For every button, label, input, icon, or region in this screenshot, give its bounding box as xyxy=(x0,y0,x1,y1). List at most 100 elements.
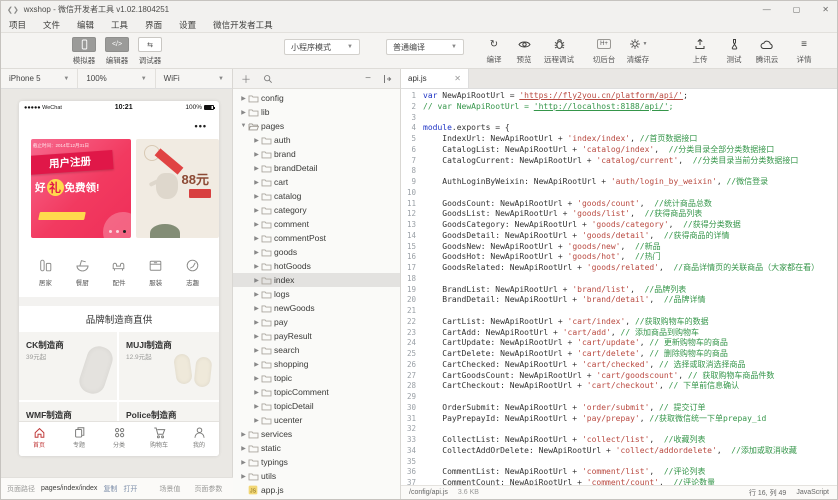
tree-item-shopping[interactable]: ▶shopping xyxy=(233,357,400,371)
tree-item-brand[interactable]: ▶brand xyxy=(233,147,400,161)
code-icon: </> xyxy=(105,37,129,52)
tab-专题[interactable]: 专题 xyxy=(59,422,99,456)
tree-item-newGoods[interactable]: ▶newGoods xyxy=(233,301,400,315)
menu-item-文件[interactable]: 文件 xyxy=(43,19,60,31)
collapse-all-icon[interactable] xyxy=(383,74,392,84)
zoom-select[interactable]: 100%▼ xyxy=(78,69,155,88)
line-content: CollectList: NewApiRootUrl + 'collect/li… xyxy=(423,435,705,446)
tree-item-index[interactable]: ▶index xyxy=(233,273,400,287)
tree-item-search[interactable]: ▶search xyxy=(233,343,400,357)
plant-image xyxy=(150,224,180,238)
tree-item-goods[interactable]: ▶goods xyxy=(233,245,400,259)
toggle-debugger[interactable]: ⇆调试器 xyxy=(137,37,163,66)
tab-购物车[interactable]: 购物车 xyxy=(139,422,179,456)
tree-item-lib[interactable]: ▶lib xyxy=(233,105,400,119)
menu-item-界面[interactable]: 界面 xyxy=(145,19,162,31)
menu-item-编辑[interactable]: 编辑 xyxy=(77,19,94,31)
tree-item-ucenter[interactable]: ▶ucenter xyxy=(233,413,400,427)
minimize-panel-icon[interactable]: − xyxy=(365,73,371,84)
tree-item-label: utils xyxy=(261,471,276,481)
banner-register[interactable]: 截止时间：2014年12月31日 用户注册 好 礼 免费领! xyxy=(31,139,131,238)
folder-icon xyxy=(261,136,274,145)
buy-button[interactable] xyxy=(189,189,211,198)
action-remote-debug[interactable]: 远程调试 xyxy=(542,37,576,65)
tree-item-catalog[interactable]: ▶catalog xyxy=(233,189,400,203)
tree-item-pay[interactable]: ▶pay xyxy=(233,315,400,329)
tree-item-payResult[interactable]: ▶payResult xyxy=(233,329,400,343)
mode-dropdown[interactable]: 小程序模式▼ xyxy=(284,39,360,55)
device-select[interactable]: iPhone 5▼ xyxy=(1,69,78,88)
category-志趣[interactable]: 志趣 xyxy=(174,251,211,297)
action-preview[interactable]: 预览 xyxy=(507,37,541,65)
brand-card-WMF制造商[interactable]: WMF制造商 xyxy=(19,402,117,421)
tree-item-pages[interactable]: ▼pages xyxy=(233,119,400,133)
tab-我的[interactable]: 我的 xyxy=(179,422,219,456)
tab-首页[interactable]: 首页 xyxy=(19,422,59,456)
tree-item-topicDetail[interactable]: ▶topicDetail xyxy=(233,399,400,413)
brand-card-Police制造商[interactable]: Police制造商 xyxy=(119,402,219,421)
tree-item-typings[interactable]: ▶typings xyxy=(233,455,400,469)
tree-item-topic[interactable]: ▶topic xyxy=(233,371,400,385)
search-icon[interactable] xyxy=(263,74,273,84)
menu-item-设置[interactable]: 设置 xyxy=(179,19,196,31)
tree-item-category[interactable]: ▶category xyxy=(233,203,400,217)
folder-icon xyxy=(248,458,261,467)
network-select[interactable]: WiFi▼ xyxy=(156,69,232,88)
cat-sofa xyxy=(101,257,138,274)
menu-item-项目[interactable]: 项目 xyxy=(9,19,26,31)
action-upload[interactable]: 上传 xyxy=(683,37,717,65)
folder-icon xyxy=(261,346,274,355)
tree-item-label: category xyxy=(274,205,307,215)
copy-link[interactable]: 复制 xyxy=(103,484,117,494)
category-配件[interactable]: 配件 xyxy=(101,251,138,297)
tree-item-services[interactable]: ▶services xyxy=(233,427,400,441)
tree-item-label: cart xyxy=(274,177,288,187)
banner-carousel[interactable]: 截止时间：2014年12月31日 用户注册 好 礼 免费领! 88元 xyxy=(31,139,219,238)
add-file-icon[interactable]: ＋ xyxy=(241,71,251,86)
close-button[interactable]: ✕ xyxy=(822,5,829,14)
more-menu-icon[interactable]: ••• xyxy=(195,121,207,131)
category-餐厨[interactable]: 餐厨 xyxy=(64,251,101,297)
action-tencent-cloud[interactable]: 腾讯云 xyxy=(750,37,784,65)
tree-item-topicComment[interactable]: ▶topicComment xyxy=(233,385,400,399)
tree-item-utils[interactable]: ▶utils xyxy=(233,469,400,483)
page-params-label[interactable]: 页面参数 xyxy=(194,484,222,494)
tree-item-comment[interactable]: ▶comment xyxy=(233,217,400,231)
tree-item-logs[interactable]: ▶logs xyxy=(233,287,400,301)
tree-item-app.js[interactable]: JSapp.js xyxy=(233,483,400,497)
line-number: 29 xyxy=(401,392,423,403)
category-居家[interactable]: 居家 xyxy=(27,251,64,297)
tree-item-config[interactable]: ▶config xyxy=(233,91,400,105)
action-clear-cache[interactable]: ▼清缓存 xyxy=(621,37,655,65)
action-compile[interactable]: ↻编译 xyxy=(477,37,511,65)
minimize-button[interactable]: — xyxy=(763,5,771,14)
toggle-editor[interactable]: </>编辑器 xyxy=(104,37,130,66)
tree-item-commentPost[interactable]: ▶commentPost xyxy=(233,231,400,245)
brand-card-MUJI制造商[interactable]: MUJI制造商12.9元起 xyxy=(119,332,219,400)
banner-sale[interactable]: 88元 xyxy=(136,139,219,238)
tree-item-brandDetail[interactable]: ▶brandDetail xyxy=(233,161,400,175)
tree-item-cart[interactable]: ▶cart xyxy=(233,175,400,189)
action-test[interactable]: 测试 xyxy=(717,37,751,65)
brand-card-CK制造商[interactable]: CK制造商39元起 xyxy=(19,332,117,400)
category-服装[interactable]: 服装 xyxy=(137,251,174,297)
tab-api-js[interactable]: api.js ✕ xyxy=(401,69,469,88)
menu-item-工具[interactable]: 工具 xyxy=(111,19,128,31)
tree-item-auth[interactable]: ▶auth xyxy=(233,133,400,147)
menu-item-微信开发者工具[interactable]: 微信开发者工具 xyxy=(213,19,273,31)
toggle-simulator[interactable]: 模拟器 xyxy=(71,37,97,66)
tab-分类[interactable]: 分类 xyxy=(99,422,139,456)
tree-item-label: commentPost xyxy=(274,233,326,243)
tree-item-hotGoods[interactable]: ▶hotGoods xyxy=(233,259,400,273)
language-mode[interactable]: JavaScript xyxy=(796,489,829,496)
action-switch-background[interactable]: H+切后台 xyxy=(587,37,621,65)
chevron-right-icon: ▶ xyxy=(239,459,248,466)
compile-mode-dropdown[interactable]: 普通编译▼ xyxy=(386,39,464,55)
tree-item-static[interactable]: ▶static xyxy=(233,441,400,455)
action-details[interactable]: ≡详情 xyxy=(787,37,821,65)
code-editor[interactable]: 1var NewApiRootUrl = 'https://fly2you.cn… xyxy=(401,91,837,485)
scene-value-label[interactable]: 场景值 xyxy=(159,484,180,494)
close-tab-icon[interactable]: ✕ xyxy=(454,74,461,83)
maximize-button[interactable]: ▢ xyxy=(793,5,801,14)
open-link[interactable]: 打开 xyxy=(123,484,137,494)
